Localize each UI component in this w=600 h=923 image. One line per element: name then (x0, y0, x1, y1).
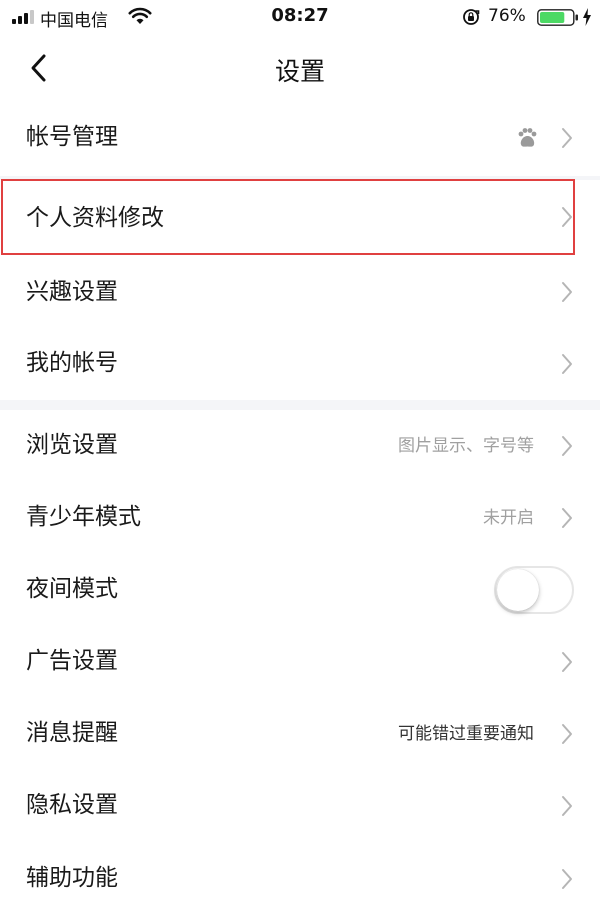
chevron-right-icon (562, 652, 572, 672)
settings-item-value: 未开启 (483, 508, 534, 528)
chevron-right-icon (562, 508, 572, 528)
settings-item-privacy-settings[interactable]: 隐私设置 (0, 770, 600, 842)
chevron-right-icon (562, 436, 572, 456)
page-title: 设置 (274, 57, 325, 86)
settings-item-label: 辅助功能 (26, 865, 118, 891)
battery-icon (537, 9, 578, 26)
settings-item-label: 浏览设置 (26, 432, 118, 458)
settings-item-browse-settings[interactable]: 浏览设置 图片显示、字号等 (0, 410, 600, 482)
settings-item-label: 夜间模式 (26, 576, 118, 602)
toggle-knob (497, 569, 539, 611)
chevron-right-icon (562, 282, 572, 302)
chevron-right-icon (562, 207, 572, 227)
settings-item-ad-settings[interactable]: 广告设置 (0, 626, 600, 698)
settings-item-accessibility[interactable]: 辅助功能 (0, 842, 600, 914)
settings-item-value: 可能错过重要通知 (398, 724, 534, 744)
navigation-bar: 设置 (0, 34, 600, 100)
chevron-right-icon (562, 796, 572, 816)
settings-item-label: 广告设置 (26, 648, 118, 674)
night-mode-toggle[interactable] (494, 566, 574, 614)
settings-item-label: 个人资料修改 (26, 205, 164, 231)
chevron-right-icon (562, 354, 572, 374)
settings-item-label: 青少年模式 (26, 504, 141, 530)
chevron-right-icon (562, 869, 572, 889)
settings-item-value: 图片显示、字号等 (398, 436, 534, 456)
battery-percent: 76% (488, 6, 526, 26)
settings-item-message-reminder[interactable]: 消息提醒 可能错过重要通知 (0, 698, 600, 770)
charging-icon (583, 8, 591, 26)
settings-item-youth-mode[interactable]: 青少年模式 未开启 (0, 482, 600, 554)
chevron-left-icon (31, 54, 46, 82)
rotation-lock-icon (463, 9, 480, 25)
settings-item-account-management[interactable]: 帐号管理 (0, 100, 600, 176)
section-divider (0, 400, 600, 410)
settings-item-my-account[interactable]: 我的帐号 (0, 328, 600, 400)
paw-icon (518, 128, 537, 147)
status-bar: 中国电信 08:27 76% (0, 0, 600, 34)
settings-item-label: 兴趣设置 (26, 279, 118, 305)
settings-item-night-mode: 夜间模式 (0, 554, 600, 626)
back-button[interactable] (20, 48, 60, 88)
settings-item-label: 隐私设置 (26, 792, 118, 818)
chevron-right-icon (562, 128, 572, 148)
settings-item-label: 消息提醒 (26, 720, 118, 746)
settings-item-label: 帐号管理 (26, 124, 118, 150)
settings-item-interest-settings[interactable]: 兴趣设置 (0, 256, 600, 328)
settings-item-profile-edit[interactable]: 个人资料修改 (0, 180, 600, 254)
chevron-right-icon (562, 724, 572, 744)
settings-item-label: 我的帐号 (26, 350, 118, 376)
